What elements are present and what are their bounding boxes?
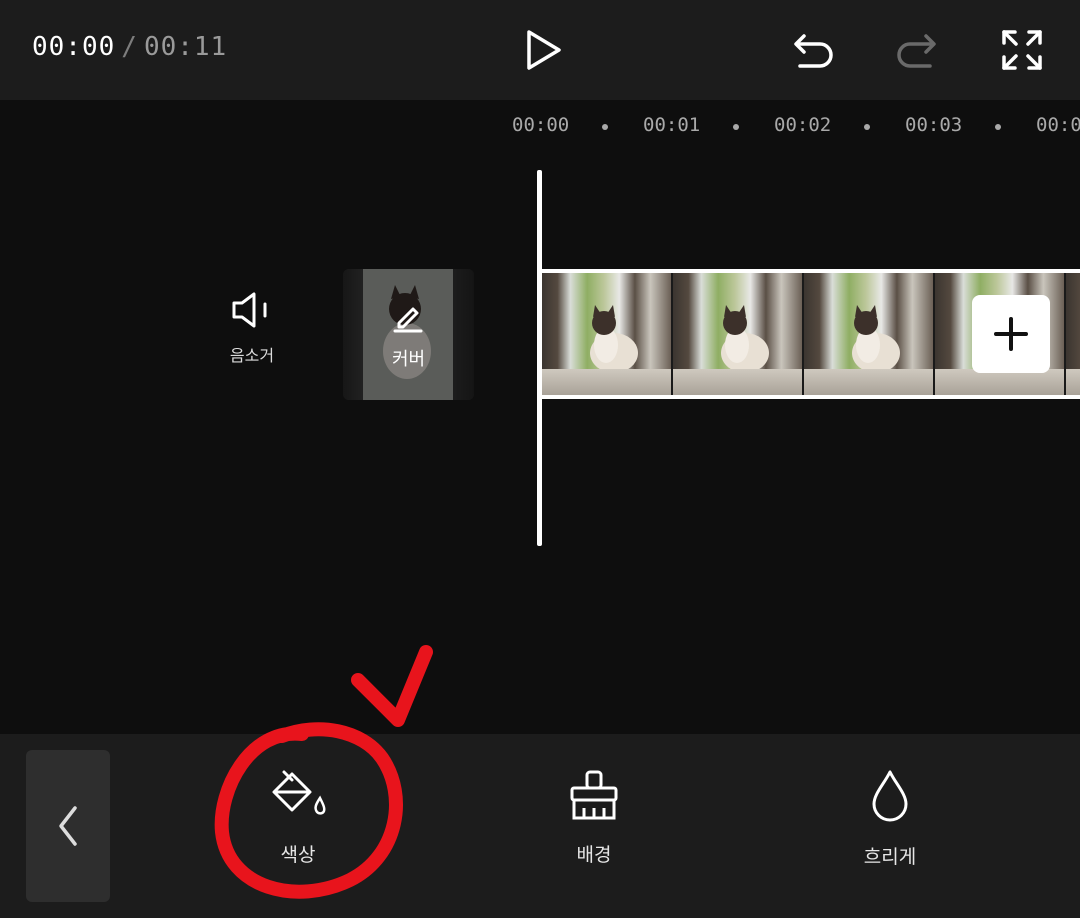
timecode: 00:00/00:11: [32, 32, 227, 62]
mute-button[interactable]: 음소거: [222, 290, 282, 382]
ruler-label: 00:03: [905, 114, 963, 136]
clip-frame: [673, 273, 804, 395]
ruler-dot: [602, 124, 608, 130]
edit-icon: [393, 307, 423, 333]
back-button[interactable]: [26, 750, 110, 902]
clip-frame: [804, 273, 935, 395]
ruler-dot: [864, 124, 870, 130]
ruler-label: 00:00: [512, 114, 570, 136]
clip-frame: [542, 273, 673, 395]
play-icon: [527, 30, 561, 70]
window-sill: [673, 369, 802, 395]
ruler-label: 00:02: [774, 114, 832, 136]
redo-icon: [897, 34, 936, 68]
tool-blur[interactable]: 흐리게: [830, 768, 950, 869]
tool-color[interactable]: 색상: [238, 768, 358, 867]
fullscreen-icon: [1002, 30, 1042, 70]
cat-image: [721, 305, 769, 373]
window-sill: [1066, 369, 1080, 395]
cat-image: [852, 305, 900, 373]
top-bar: 00:00/00:11: [0, 0, 1080, 100]
undo-button[interactable]: [786, 22, 842, 78]
plus-icon: [994, 317, 1028, 351]
time-separator: /: [121, 32, 138, 62]
time-ruler[interactable]: 00:00 00:01 00:02 00:03 00:0: [512, 114, 1080, 140]
play-button[interactable]: [515, 22, 571, 78]
undo-icon: [794, 34, 833, 68]
tool-label: 배경: [576, 844, 612, 866]
tool-background[interactable]: 배경: [534, 768, 654, 867]
window-sill: [804, 369, 933, 395]
mute-label: 음소거: [229, 346, 275, 365]
tool-label: 흐리게: [863, 846, 917, 868]
total-time: 00:11: [143, 32, 228, 62]
tool-label: 색상: [280, 844, 316, 866]
cover-overlay: [343, 269, 474, 400]
ruler-label: 00:0: [1036, 114, 1080, 136]
fullscreen-button[interactable]: [994, 22, 1050, 78]
clip-frame: [1066, 273, 1080, 395]
drop-icon: [872, 770, 908, 822]
ruler-label: 00:01: [643, 114, 701, 136]
annotation-checkmark: [351, 645, 433, 727]
redo-button[interactable]: [888, 22, 944, 78]
current-time: 00:00: [32, 32, 116, 62]
cover-label: 커버: [391, 349, 426, 370]
window-sill: [542, 369, 671, 395]
brush-icon: [570, 770, 618, 820]
cat-image: [590, 305, 638, 373]
speaker-icon: [232, 292, 267, 328]
ruler-dot: [995, 124, 1001, 130]
chevron-left-icon: [59, 806, 77, 846]
cover-button[interactable]: 커버: [343, 269, 474, 400]
add-clip-button[interactable]: [972, 295, 1050, 373]
playhead[interactable]: [537, 170, 542, 546]
paint-bucket-icon: [272, 770, 326, 815]
ruler-dot: [733, 124, 739, 130]
